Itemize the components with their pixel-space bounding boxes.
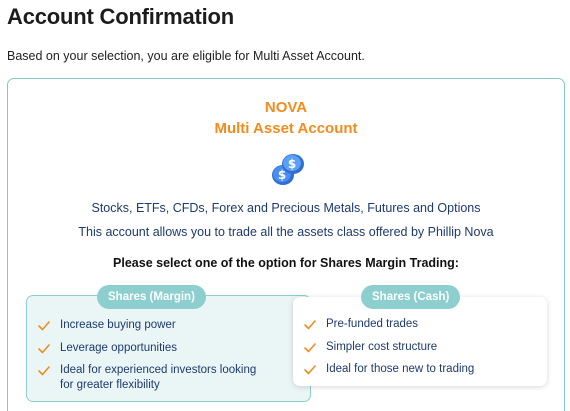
feature-item: Ideal for those new to trading [303, 362, 536, 377]
dollar-coins-icon: $ $ [272, 154, 304, 185]
feature-text: Ideal for those new to trading [326, 363, 475, 375]
feature-text: Leverage opportunities [60, 342, 177, 354]
check-icon [304, 343, 316, 353]
selection-prompt: Please select one of the option for Shar… [113, 256, 459, 270]
feature-text: Ideal for experienced investors looking … [60, 364, 257, 391]
eligibility-text: Based on your selection, you are eligibl… [7, 49, 365, 63]
check-icon [304, 365, 316, 375]
feature-item: Ideal for experienced investors looking … [37, 363, 270, 393]
feature-item: Simpler cost structure [303, 340, 536, 355]
brand-name: NOVA [264, 99, 308, 116]
feature-item: Pre-funded trades [303, 317, 536, 332]
option-margin-label: Shares (Margin) [97, 285, 206, 309]
svg-text:$: $ [288, 157, 296, 171]
account-description: This account allows you to trade all the… [78, 225, 494, 239]
check-icon [38, 321, 50, 331]
feature-text: Increase buying power [60, 319, 176, 331]
page-title: Account Confirmation [7, 4, 234, 29]
feature-text: Pre-funded trades [326, 318, 419, 330]
check-icon [38, 366, 50, 376]
feature-item: Increase buying power [37, 318, 270, 333]
check-icon [38, 344, 50, 354]
feature-item: Leverage opportunities [37, 341, 270, 356]
account-card: NOVA Multi Asset Account $ $ Stocks, ETF… [7, 78, 565, 411]
asset-classes: Stocks, ETFs, CFDs, Forex and Precious M… [91, 201, 481, 215]
option-shares-margin[interactable]: Shares (Margin) Increase buying power Le… [26, 285, 311, 402]
account-name: Multi Asset Account [214, 120, 358, 137]
check-icon [304, 320, 316, 330]
option-shares-cash[interactable]: Shares (Cash) Pre-funded trades Simpler … [293, 285, 547, 386]
option-cash-label: Shares (Cash) [361, 285, 461, 309]
feature-text: Simpler cost structure [326, 341, 438, 353]
